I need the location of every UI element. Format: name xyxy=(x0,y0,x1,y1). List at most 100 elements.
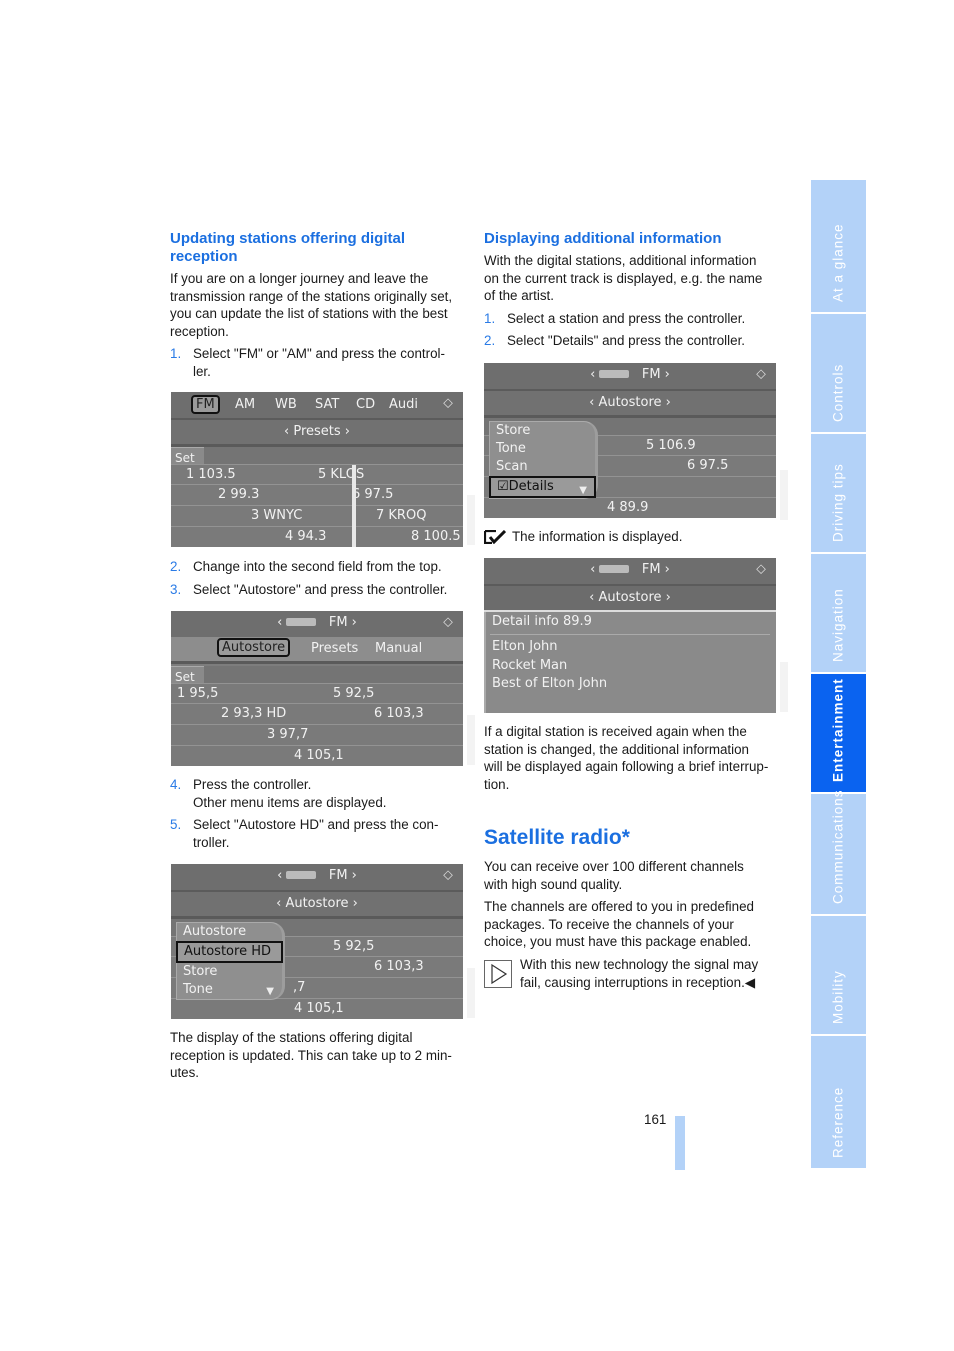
step-number: 5. xyxy=(170,817,182,832)
submenu-label: Autostore xyxy=(598,590,662,605)
menu-item-scan[interactable]: Scan xyxy=(490,458,595,476)
station-row: 4 89.9 xyxy=(484,497,776,518)
station-item[interactable]: 1 103.5 xyxy=(186,467,236,482)
text-line: fail, causing interruptions in reception… xyxy=(520,974,756,990)
submenu-bar: ‹ Presets › xyxy=(171,420,463,447)
scroll-down-icon[interactable]: ▼ xyxy=(579,485,587,496)
section-title-satellite-radio: Satellite radio* xyxy=(484,826,630,849)
text-line: station is changed, the additional infor… xyxy=(484,741,750,757)
station-item[interactable]: 1 95,5 xyxy=(177,686,218,701)
idrive-screen-autostore-menu: ‹ FM › ⬦ ‹ Autostore › 5 92,5 6 103,3 ,7… xyxy=(171,864,463,1019)
menu-item-autostore[interactable]: Autostore xyxy=(177,923,282,941)
image-code-label xyxy=(780,662,788,712)
station-item[interactable]: 5 92,5 xyxy=(333,939,374,954)
side-tab-at-a-glance[interactable]: At a glance xyxy=(811,180,866,312)
menu-item-store[interactable]: Store xyxy=(177,963,282,981)
side-tab-entertainment[interactable]: Entertainment xyxy=(811,674,866,792)
submenu-label: Presets xyxy=(293,424,341,439)
station-item[interactable]: 3 WNYC xyxy=(251,508,302,523)
station-item[interactable]: ,7 xyxy=(293,980,305,995)
station-item[interactable]: 5 92,5 xyxy=(333,686,374,701)
side-tab-navigation[interactable]: Navigation xyxy=(811,554,866,672)
band-selector[interactable]: ‹ FM › xyxy=(484,367,776,382)
controller-nav-icon: ⬦ xyxy=(443,395,453,411)
context-menu: Store Tone Scan ☑Details ▼ xyxy=(489,421,598,499)
station-item[interactable]: 8 100.5 xyxy=(411,529,461,544)
satellite-note: With this new technology the signal may … xyxy=(520,956,790,991)
side-tab-label: Mobility xyxy=(830,970,846,1024)
submenu-bar: ‹ Autostore › xyxy=(484,391,776,418)
submenu-selector[interactable]: ‹ Autostore › xyxy=(484,395,776,410)
submenu-presets[interactable]: ‹ Presets › xyxy=(171,424,463,439)
tab-am[interactable]: AM xyxy=(235,397,255,412)
station-item[interactable]: 6 103,3 xyxy=(374,959,424,974)
station-item[interactable]: 4 105,1 xyxy=(294,1001,344,1016)
tab-cd[interactable]: CD xyxy=(356,397,375,412)
station-item[interactable]: 2 99.3 xyxy=(218,487,259,502)
station-row: 3 97,7 xyxy=(171,724,463,745)
step-2: 2. Change into the second field from the… xyxy=(170,558,470,576)
menu-item-tone[interactable]: Tone xyxy=(490,440,595,458)
page-marker-bar xyxy=(675,1116,685,1170)
band-selector[interactable]: ‹ FM › xyxy=(171,868,463,883)
station-item[interactable]: 5 KLOS xyxy=(318,467,364,482)
station-item[interactable]: 6 97.5 xyxy=(687,458,728,473)
satellite-paragraph-1: You can receive over 100 different chann… xyxy=(484,858,784,893)
station-item[interactable]: 4 105,1 xyxy=(294,748,344,763)
controller-nav-icon: ⬦ xyxy=(443,614,453,630)
menu-item-autostore-hd[interactable]: Autostore HD xyxy=(176,941,283,963)
side-tab-label: Navigation xyxy=(830,588,846,662)
step-5: 5. Select "Autostore HD" and press the c… xyxy=(170,816,470,851)
column-divider xyxy=(352,465,356,547)
station-item[interactable]: 4 94.3 xyxy=(285,529,326,544)
idrive-screen-details-menu: ‹ FM › ⬦ ‹ Autostore › 5 106.9 6 97.5 4 … xyxy=(484,363,776,518)
side-tab-label: Entertainment xyxy=(830,678,846,782)
step-text: Select a station and press the controlle… xyxy=(507,311,746,326)
station-item[interactable]: 3 97,7 xyxy=(267,727,308,742)
menu-item-store[interactable]: Store xyxy=(490,422,595,440)
side-tab-reference[interactable]: Reference xyxy=(811,1036,866,1168)
tab-wb[interactable]: WB xyxy=(275,397,297,412)
tab-autostore[interactable]: Autostore xyxy=(217,638,291,657)
tab-presets[interactable]: Presets xyxy=(311,641,358,656)
band-selector[interactable]: ‹ FM › xyxy=(484,562,776,577)
step-1: 1. Select a station and press the contro… xyxy=(484,310,784,328)
step-text: Change into the second field from the to… xyxy=(193,559,442,574)
station-item[interactable]: 2 93,3 HD xyxy=(221,706,286,721)
heading-line: Updating stations offering digital xyxy=(170,230,405,247)
side-tab-label: At a glance xyxy=(830,223,846,302)
section-heading-additional-info: Displaying additional information xyxy=(484,230,722,247)
submenu-selector[interactable]: ‹ Autostore › xyxy=(484,590,776,605)
submenu-selector[interactable]: ‹ Autostore › xyxy=(171,896,463,911)
tab-sat[interactable]: SAT xyxy=(315,397,339,412)
side-tab-mobility[interactable]: Mobility xyxy=(811,916,866,1034)
idrive-screen-detail-info: ‹ FM › ⬦ ‹ Autostore › Detail info 89.9 … xyxy=(484,558,776,713)
text-line: on the current track is displayed, e.g. … xyxy=(484,270,763,286)
scroll-down-icon[interactable]: ▼ xyxy=(266,986,274,997)
side-tab-communications[interactable]: Communications xyxy=(811,789,866,914)
step-number: 1. xyxy=(170,346,182,361)
station-item[interactable]: 6 97.5 xyxy=(352,487,393,502)
side-tab-driving-tips[interactable]: Driving tips xyxy=(811,434,866,552)
text-line: transmission range of the stations origi… xyxy=(170,288,453,304)
step-number: 2. xyxy=(484,333,496,348)
text-line: reception. xyxy=(170,323,229,339)
side-tab-controls[interactable]: Controls xyxy=(811,314,866,432)
band-bar: ‹ FM › ⬦ xyxy=(171,611,463,639)
detail-album: Best of Elton John xyxy=(492,676,608,691)
station-item[interactable]: 7 KROQ xyxy=(376,508,426,523)
station-item[interactable]: 5 106.9 xyxy=(646,438,696,453)
text-line: will be displayed again following a brie… xyxy=(484,759,769,775)
station-row: 4 94.3 8 100.5 xyxy=(171,526,463,547)
band-selector[interactable]: ‹ FM › xyxy=(171,615,463,630)
side-tab-label: Communications xyxy=(830,789,846,904)
text-line: With this new technology the signal may xyxy=(520,957,759,972)
tab-fm[interactable]: FM xyxy=(191,395,220,414)
station-item[interactable]: 4 89.9 xyxy=(607,500,648,515)
station-row: 1 95,5 5 92,5 xyxy=(171,683,463,704)
tab-manual[interactable]: Manual xyxy=(375,641,422,656)
station-item[interactable]: 6 103,3 xyxy=(374,706,424,721)
tab-audio[interactable]: Audi xyxy=(389,397,418,412)
text-line: with high sound quality. xyxy=(484,876,623,892)
text-line: tion. xyxy=(484,776,510,792)
